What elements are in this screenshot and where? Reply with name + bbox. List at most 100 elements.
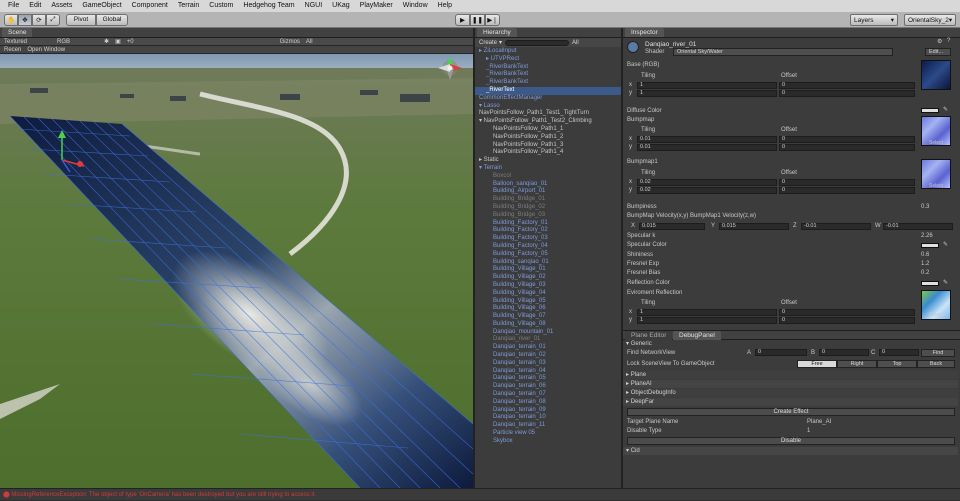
property-value[interactable]: 2.26	[921, 233, 933, 239]
b-field[interactable]: 0	[819, 349, 869, 356]
base-texture-slot[interactable]	[921, 60, 951, 90]
scene-viewport[interactable]	[0, 54, 473, 488]
hierarchy-item[interactable]: Building_sanqiao_01	[475, 259, 621, 267]
hierarchy-item[interactable]: Danqiao_terrain_09	[475, 407, 621, 415]
hierarchy-item[interactable]: ▸ UTVPRect	[475, 56, 621, 64]
disable-type-value[interactable]: 1	[807, 428, 810, 434]
bumpiness-value[interactable]: 0.3	[921, 204, 929, 210]
menu-item[interactable]: Assets	[46, 0, 77, 12]
hierarchy-item[interactable]: Building_Village_07	[475, 313, 621, 321]
velocity-z-field[interactable]: -0.01	[801, 223, 871, 230]
hierarchy-item[interactable]: Building_Village_03	[475, 282, 621, 290]
shader-dropdown[interactable]: Oriental Sky/Water	[673, 48, 893, 56]
hierarchy-item[interactable]: Danqiao_terrain_08	[475, 399, 621, 407]
eyedropper-icon[interactable]: ✎	[943, 279, 948, 286]
env-offset-y[interactable]: 0	[779, 317, 915, 324]
base-tiling-y[interactable]: 1	[637, 90, 777, 97]
bump-offset-y[interactable]: 0	[779, 144, 915, 151]
color-field[interactable]	[921, 280, 939, 286]
eyedropper-icon[interactable]: ✎	[943, 106, 948, 113]
hierarchy-item[interactable]: ▸ Static	[475, 157, 621, 165]
base-offset-y[interactable]: 0	[779, 90, 915, 97]
menu-item[interactable]: Hedgehog Team	[238, 0, 299, 12]
hierarchy-item[interactable]: Danqiao_terrain_05	[475, 375, 621, 383]
bump1-select-label[interactable]: Select	[929, 183, 943, 189]
foldout-section[interactable]: ▸ DeepFar	[623, 398, 958, 406]
bump1-offset-x[interactable]: 0	[779, 179, 915, 186]
find-button[interactable]: Find	[921, 349, 955, 357]
color-field[interactable]	[921, 243, 939, 249]
diffuse-color-field[interactable]	[921, 108, 939, 113]
disable-button[interactable]: Disable	[627, 437, 955, 445]
lighting-toggle[interactable]: ✱	[104, 38, 109, 45]
velocity-x-field[interactable]: 0.015	[639, 223, 705, 230]
hierarchy-item[interactable]: Building_Factory_01	[475, 220, 621, 228]
hierarchy-item[interactable]: Danqiao_terrain_01	[475, 344, 621, 352]
help-icon[interactable]: ?	[947, 38, 950, 44]
hierarchy-item[interactable]: NavPointsFollow_Path1_3	[475, 142, 621, 150]
hierarchy-item[interactable]: Danqiao_terrain_04	[475, 368, 621, 376]
render-mode-dropdown[interactable]: Textured	[4, 39, 27, 45]
menu-item[interactable]: PlayMaker	[355, 0, 398, 12]
hierarchy-item[interactable]: Building_Village_04	[475, 290, 621, 298]
edit-shader-button[interactable]: Edit...	[925, 48, 951, 56]
hierarchy-item[interactable]: Danqiao_mountain_01	[475, 329, 621, 337]
a-field[interactable]: 0	[755, 349, 807, 356]
bump-tiling-y[interactable]: 0.01	[637, 144, 777, 151]
hierarchy-item[interactable]: Danqiao_terrain_10	[475, 414, 621, 422]
menu-item[interactable]: Window	[398, 0, 433, 12]
hierarchy-item[interactable]: Particle view 05	[475, 430, 621, 438]
hierarchy-item[interactable]: ▾ Lasso	[475, 103, 621, 111]
hierarchy-item[interactable]: Building_Village_05	[475, 298, 621, 306]
create-effect-button[interactable]: Create Effect	[627, 408, 955, 416]
lock-top-button[interactable]: Top	[877, 360, 917, 368]
lock-right-button[interactable]: Right	[837, 360, 877, 368]
bump1-tiling-x[interactable]: 0.02	[637, 179, 777, 186]
target-plane-value[interactable]: Plane_AI	[807, 419, 831, 425]
global-toggle[interactable]: Global	[96, 13, 128, 26]
cid-foldout[interactable]: ▾ Cid	[623, 447, 958, 455]
foldout-section[interactable]: ▸ ObjectDebugInfo	[623, 389, 958, 397]
menu-item[interactable]: Edit	[24, 0, 46, 12]
hierarchy-item[interactable]: Building_Factory_02	[475, 227, 621, 235]
eyedropper-icon[interactable]: ✎	[943, 241, 948, 248]
property-value[interactable]: 1.2	[921, 261, 929, 267]
hierarchy-item[interactable]: Danqiao_terrain_02	[475, 352, 621, 360]
hierarchy-item[interactable]: Building_Village_02	[475, 274, 621, 282]
env-offset-x[interactable]: 0	[779, 309, 915, 316]
rotate-tool-button[interactable]: ⟳	[32, 13, 46, 26]
hierarchy-item[interactable]: Building_Bridge_02	[475, 204, 621, 212]
menu-item[interactable]: File	[3, 0, 24, 12]
base-tiling-x[interactable]: 1	[637, 82, 777, 89]
move-tool-button[interactable]: ✥	[18, 13, 32, 26]
tab-hierarchy[interactable]: Hierarchy	[477, 28, 517, 37]
property-value[interactable]: 0.6	[921, 252, 929, 258]
effects-dropdown[interactable]: +0	[127, 39, 134, 45]
play-button[interactable]: ▶	[455, 14, 470, 26]
bump-tiling-x[interactable]: 0.01	[637, 136, 777, 143]
hierarchy-item[interactable]: Building_Bridge_03	[475, 212, 621, 220]
velocity-y-field[interactable]: 0.015	[719, 223, 789, 230]
hierarchy-item[interactable]: Building_Airport_01	[475, 188, 621, 196]
hierarchy-item[interactable]: Danqiao_terrain_07	[475, 391, 621, 399]
hierarchy-item[interactable]: _RiverText	[475, 86, 621, 95]
recen-button[interactable]: Recen	[4, 47, 21, 53]
env-tiling-y[interactable]: 1	[637, 317, 777, 324]
lock-free-button[interactable]: Free	[797, 360, 837, 368]
c-field[interactable]: 0	[879, 349, 919, 356]
pivot-toggle[interactable]: Pivot	[66, 13, 96, 26]
foldout-section[interactable]: ▸ PlaneAI	[623, 380, 958, 388]
bump1-tiling-y[interactable]: 0.02	[637, 187, 777, 194]
scale-tool-button[interactable]: ⤢	[46, 13, 60, 26]
hierarchy-search-input[interactable]	[505, 39, 570, 46]
pause-button[interactable]: ❚❚	[470, 14, 485, 26]
gizmos-search[interactable]: All	[306, 39, 313, 45]
hierarchy-item[interactable]: Danqiao_terrain_06	[475, 383, 621, 391]
env-select-label[interactable]: Select	[929, 312, 943, 318]
menu-item[interactable]: Custom	[204, 0, 238, 12]
hierarchy-item[interactable]: CommonEffectManager	[475, 95, 621, 103]
menu-item[interactable]: NGUI	[300, 0, 328, 12]
hierarchy-item[interactable]: NavPointsFollow_Path1_1	[475, 126, 621, 134]
audio-toggle[interactable]: ▣	[115, 38, 121, 45]
bump1-offset-y[interactable]: 0	[779, 187, 915, 194]
